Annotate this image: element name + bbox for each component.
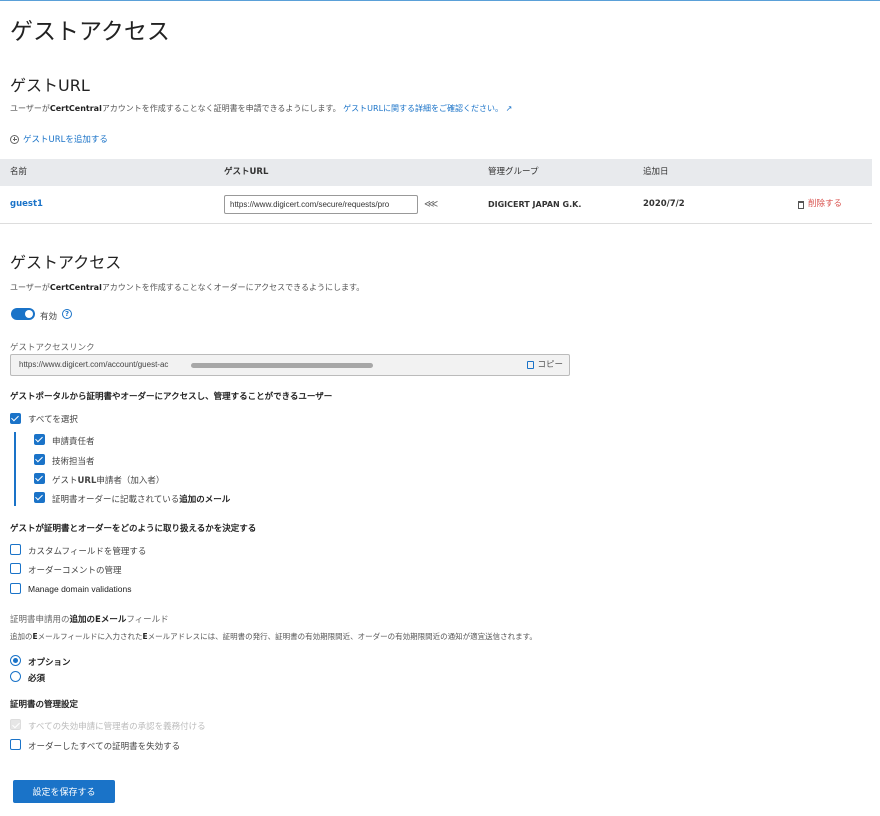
column-header-date: 追加日	[643, 167, 669, 177]
help-icon[interactable]: ?	[62, 309, 72, 319]
redacted-link-part	[191, 363, 373, 368]
radio-optional[interactable]	[10, 655, 21, 666]
learn-more-link[interactable]: ゲストURLに関する詳細をご確認ください。	[343, 104, 503, 113]
plus-circle-icon	[10, 134, 19, 144]
cert-checkbox-require-approval	[10, 719, 21, 730]
column-header-group: 管理グループ	[488, 167, 539, 177]
column-header-name: 名前	[10, 167, 28, 177]
desc-bold: CertCentral	[49, 283, 102, 292]
save-settings-button[interactable]: 設定を保存する	[13, 780, 115, 803]
guest-access-toggle[interactable]	[11, 308, 35, 320]
email-field-description: 追加のEメールフィールドに入力されたEメールアドレスには、証明書の発行、証明書の…	[10, 631, 537, 642]
cert-label-revoke-all: オーダーしたすべての証明書を失効する	[28, 742, 181, 752]
desc-text: ユーザーが	[10, 104, 50, 113]
share-icon[interactable]: ⋘	[424, 186, 438, 223]
desc-text: 追加の	[10, 632, 33, 641]
guest-url-table: 名前 ゲストURL 管理グループ 追加日 guest1 https://www.…	[0, 159, 872, 224]
radio-required[interactable]	[10, 671, 21, 682]
trash-icon	[798, 200, 804, 209]
permission-label-order-comments: オーダーコメントの管理	[28, 566, 122, 576]
label-text: 申請者（加入者）	[96, 476, 165, 486]
cert-management-heading: 証明書の管理設定	[10, 700, 79, 710]
table-row: guest1 https://www.digicert.com/secure/r…	[0, 186, 872, 223]
cert-label-require-approval: すべての失効申請に管理者の承認を義務付ける	[28, 722, 206, 732]
user-label-guest-url-requester: ゲストURL申請者（加入者）	[52, 474, 164, 486]
guest-access-description: ユーザーがCertCentralアカウントを作成することなくオーダーにアクセスで…	[10, 282, 364, 293]
guest-access-section-title: ゲストアクセス	[10, 253, 122, 272]
top-border	[0, 0, 880, 1]
user-label-technical: 技術担当者	[52, 457, 95, 467]
guest-access-link-value: https://www.digicert.com/account/guest-a…	[19, 360, 169, 369]
label-text: ゲスト	[52, 476, 78, 486]
add-guest-url-button[interactable]: ゲストURLを追加する	[10, 133, 108, 145]
page-title: ゲストアクセス	[10, 19, 170, 45]
copy-label: コピー	[537, 360, 563, 370]
column-header-url: ゲストURL	[224, 167, 269, 177]
desc-text: メールアドレスには、証明書の発行、証明書の有効期限間近、オーダーの有効期限間近の…	[147, 632, 537, 641]
cert-checkbox-revoke-all[interactable]	[10, 739, 21, 750]
guest-access-link-label: ゲストアクセスリンク	[10, 343, 95, 353]
desc-text: ユーザーが	[10, 283, 50, 292]
user-checkbox-additional-email[interactable]	[34, 492, 45, 503]
permission-checkbox-order-comments[interactable]	[10, 563, 21, 574]
users-heading: ゲストポータルから証明書やオーダーにアクセスし、管理することができるユーザー	[10, 392, 333, 402]
guest-url-description: ユーザーがCertCentralアカウントを作成することなく証明書を申請できるよ…	[10, 103, 512, 114]
title-text: フィールド	[126, 615, 169, 625]
title-text: 証明書申請用の	[10, 615, 70, 625]
permission-label-custom-fields: カスタムフィールドを管理する	[28, 547, 147, 557]
desc-text: アカウントを作成することなく証明書を申請できるようにします。	[101, 104, 341, 113]
email-field-title: 証明書申請用の追加のEメールフィールド	[10, 613, 169, 625]
user-label-additional-email: 証明書オーダーに記載されている追加のメール	[52, 493, 230, 505]
guest-name-link[interactable]: guest1	[10, 186, 43, 223]
permission-label-domain-validations: Manage domain validations	[28, 584, 132, 594]
permissions-heading: ゲストが証明書とオーダーをどのように取り扱えるかを決定する	[10, 524, 257, 534]
select-all-checkbox[interactable]	[10, 413, 21, 424]
guest-access-link-field[interactable]: https://www.digicert.com/account/guest-a…	[10, 354, 570, 376]
user-label-applicant: 申請責任者	[52, 437, 95, 447]
delete-button[interactable]: 削除する	[798, 186, 842, 223]
date-added: 2020/7/2	[643, 199, 685, 209]
external-link-icon: ↗	[505, 104, 513, 113]
toggle-label: 有効	[40, 312, 58, 322]
user-group-indent-line	[14, 432, 16, 506]
user-checkbox-applicant[interactable]	[34, 434, 45, 445]
copy-icon	[527, 361, 535, 369]
permission-checkbox-domain-validations[interactable]	[10, 583, 21, 594]
radio-required-label: 必須	[28, 674, 46, 684]
management-group: DIGICERT JAPAN G.K.	[488, 200, 582, 209]
guest-url-field[interactable]: https://www.digicert.com/secure/requests…	[224, 195, 418, 214]
radio-optional-label: オプション	[28, 658, 71, 668]
user-checkbox-guest-url-requester[interactable]	[34, 473, 45, 484]
desc-text: アカウントを作成することなくオーダーにアクセスできるようにします。	[101, 283, 365, 292]
table-header: 名前 ゲストURL 管理グループ 追加日	[0, 159, 872, 186]
user-checkbox-technical[interactable]	[34, 454, 45, 465]
label-bold: URL	[77, 476, 97, 486]
desc-bold: CertCentral	[49, 104, 102, 113]
desc-text: メールフィールドに入力された	[37, 632, 143, 641]
add-guest-url-label: ゲストURLを追加する	[23, 135, 108, 145]
copy-button[interactable]: コピー	[527, 355, 563, 375]
guest-url-section-title: ゲストURL	[10, 76, 90, 95]
delete-label: 削除する	[808, 199, 843, 209]
permission-checkbox-custom-fields[interactable]	[10, 544, 21, 555]
label-text: 証明書オーダーに記載されている	[52, 495, 180, 505]
select-all-label: すべてを選択	[28, 415, 78, 425]
title-bold: 追加のEメール	[69, 615, 127, 625]
label-bold: 追加のメール	[179, 495, 231, 505]
